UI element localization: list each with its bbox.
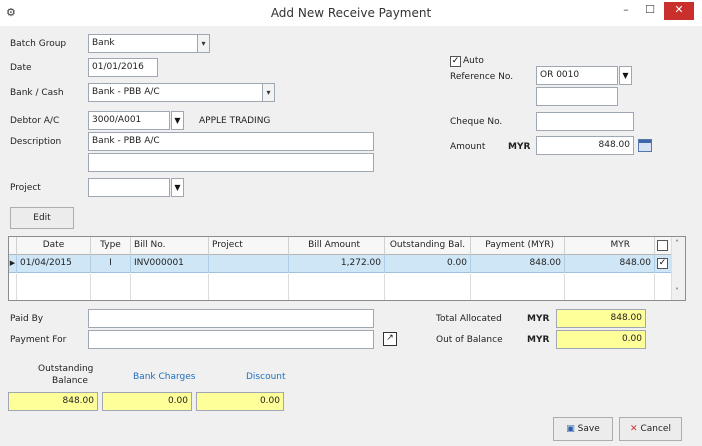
- minimize-button[interactable]: –: [614, 2, 638, 20]
- row-checkbox[interactable]: ✓: [657, 258, 668, 269]
- cancel-label: Cancel: [640, 424, 671, 434]
- cell-myr[interactable]: 848.00: [565, 255, 655, 273]
- auto-label: Auto: [463, 56, 484, 66]
- description-line1[interactable]: Bank - PBB A/C: [88, 132, 374, 151]
- debtor-field[interactable]: 3000/A001: [88, 111, 170, 130]
- amount-currency: MYR: [508, 142, 531, 152]
- col-bill-no[interactable]: Bill No.: [131, 237, 209, 255]
- cancel-icon: ✕: [630, 424, 638, 434]
- row-pointer-icon: ▶: [9, 255, 17, 273]
- description-line2[interactable]: [88, 153, 374, 172]
- outstanding-balance-field: 848.00: [8, 392, 98, 411]
- reference-extra-field[interactable]: [536, 87, 618, 106]
- receive-payment-window: ⚙ Add New Receive Payment – ☐ ✕ Batch Gr…: [0, 0, 702, 446]
- batch-group-select[interactable]: Bank: [88, 34, 198, 53]
- col-select-all[interactable]: [655, 237, 671, 255]
- calculator-icon[interactable]: [638, 139, 652, 152]
- expand-icon[interactable]: ↗: [383, 332, 397, 346]
- window-title: Add New Receive Payment: [270, 6, 432, 20]
- date-label: Date: [10, 63, 32, 73]
- batch-group-label: Batch Group: [10, 39, 67, 49]
- chevron-down-icon[interactable]: ▼: [619, 66, 632, 85]
- discount-label: Discount: [246, 372, 286, 382]
- cancel-button[interactable]: ✕ Cancel: [619, 417, 682, 441]
- cell-select[interactable]: ✓: [655, 255, 671, 273]
- cell-outstanding: 0.00: [385, 255, 471, 273]
- bank-charges-field[interactable]: 0.00: [102, 392, 192, 411]
- total-allocated-currency: MYR: [527, 314, 550, 324]
- cheque-field[interactable]: [536, 112, 634, 131]
- cell-type: I: [91, 255, 131, 273]
- row-indicator-header: [9, 237, 17, 255]
- out-of-balance-currency: MYR: [527, 335, 550, 345]
- edit-button[interactable]: Edit: [10, 207, 74, 229]
- bank-cash-select[interactable]: Bank - PBB A/C: [88, 83, 264, 102]
- save-label: Save: [577, 424, 600, 434]
- cell-payment[interactable]: 848.00: [471, 255, 565, 273]
- auto-checkbox[interactable]: ✓: [450, 56, 461, 67]
- reference-field[interactable]: OR 0010: [536, 66, 618, 85]
- col-payment[interactable]: Payment (MYR): [471, 237, 565, 255]
- debtor-label: Debtor A/C: [10, 116, 60, 126]
- paid-by-label: Paid By: [10, 314, 44, 324]
- date-field[interactable]: 01/01/2016: [88, 58, 158, 77]
- save-icon: ▣: [566, 424, 575, 434]
- col-myr[interactable]: MYR: [565, 237, 655, 255]
- grid-header: Date Type Bill No. Project Bill Amount O…: [9, 237, 671, 255]
- outstanding-balance-label-2: Balance: [52, 376, 88, 386]
- amount-field[interactable]: 848.00: [536, 136, 634, 155]
- maximize-button[interactable]: ☐: [638, 2, 662, 20]
- col-outstanding[interactable]: Outstanding Bal.: [385, 237, 471, 255]
- cheque-label: Cheque No.: [450, 117, 503, 127]
- cell-bill-amount: 1,272.00: [289, 255, 385, 273]
- bank-cash-label: Bank / Cash: [10, 88, 64, 98]
- select-all-checkbox[interactable]: [657, 240, 668, 251]
- col-type[interactable]: Type: [91, 237, 131, 255]
- grid-scrollbar[interactable]: ˄ ˅: [671, 237, 685, 300]
- chevron-down-icon[interactable]: ▼: [171, 178, 184, 197]
- save-button[interactable]: ▣ Save: [553, 417, 613, 441]
- discount-field[interactable]: 0.00: [196, 392, 284, 411]
- empty-row: [9, 274, 671, 300]
- outstanding-balance-label-1: Outstanding: [38, 364, 94, 374]
- reference-label: Reference No.: [450, 72, 514, 82]
- payment-for-label: Payment For: [10, 335, 67, 345]
- col-bill-amount[interactable]: Bill Amount: [289, 237, 385, 255]
- chevron-down-icon[interactable]: ▼: [171, 111, 184, 130]
- description-label: Description: [10, 137, 62, 147]
- payment-for-field[interactable]: [88, 330, 374, 349]
- bank-charges-label: Bank Charges: [133, 372, 196, 382]
- allocation-grid: Date Type Bill No. Project Bill Amount O…: [8, 236, 686, 301]
- chevron-down-icon[interactable]: ▾: [262, 83, 275, 102]
- cell-bill-no: INV000001: [131, 255, 209, 273]
- total-allocated-field: 848.00: [556, 309, 646, 328]
- out-of-balance-label: Out of Balance: [436, 335, 503, 345]
- col-date[interactable]: Date: [17, 237, 91, 255]
- scroll-up-icon[interactable]: ˄: [675, 239, 679, 248]
- table-row[interactable]: ▶ 01/04/2015 I INV000001 1,272.00 0.00 8…: [9, 255, 671, 273]
- out-of-balance-field: 0.00: [556, 330, 646, 349]
- close-button[interactable]: ✕: [664, 2, 694, 20]
- project-label: Project: [10, 183, 41, 193]
- paid-by-field[interactable]: [88, 309, 374, 328]
- amount-label: Amount: [450, 142, 486, 152]
- col-project[interactable]: Project: [209, 237, 289, 255]
- total-allocated-label: Total Allocated: [436, 314, 502, 324]
- scroll-down-icon[interactable]: ˅: [675, 287, 679, 296]
- title-bar: ⚙ Add New Receive Payment – ☐ ✕: [0, 0, 702, 26]
- chevron-down-icon[interactable]: ▾: [197, 34, 210, 53]
- debtor-name: APPLE TRADING: [199, 116, 271, 126]
- cell-project: [209, 255, 289, 273]
- project-field[interactable]: [88, 178, 170, 197]
- cell-date: 01/04/2015: [17, 255, 91, 273]
